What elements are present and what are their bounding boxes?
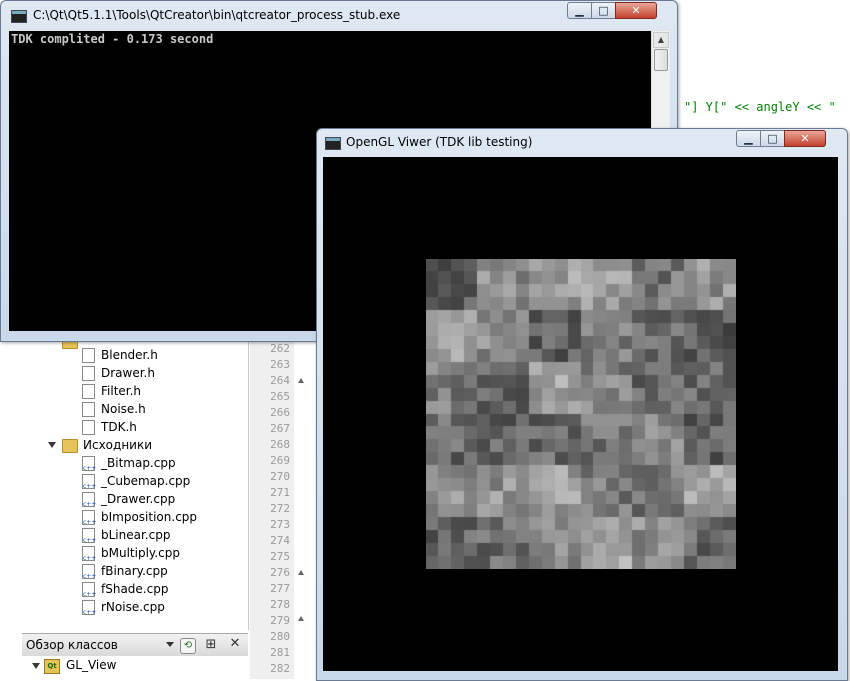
header-file-icon xyxy=(82,384,95,399)
tree-file-label: _Cubemap.cpp xyxy=(101,474,191,488)
line-number: 272 xyxy=(270,502,290,515)
tree-folder-label: Исходники xyxy=(83,438,153,452)
line-number: 278 xyxy=(270,598,290,611)
header-file-icon xyxy=(82,402,95,417)
scroll-up-icon[interactable]: ▲ xyxy=(653,32,669,48)
minimize-button[interactable]: ▁ xyxy=(567,2,592,19)
cpp-file-icon xyxy=(82,456,96,478)
project-icon: Qt xyxy=(44,659,60,674)
minimize-button[interactable]: ▁ xyxy=(736,130,761,147)
tree-file-label: TDK.h xyxy=(101,420,137,434)
opengl-viewport[interactable] xyxy=(323,157,838,671)
expand-arrow-icon[interactable] xyxy=(48,442,56,448)
tree-file-label: bMultiply.cpp xyxy=(101,546,180,560)
cpp-file-icon xyxy=(82,564,96,586)
tree-file-label: rNoise.cpp xyxy=(101,600,165,614)
line-number: 269 xyxy=(270,454,290,467)
line-number: 279 xyxy=(270,614,290,627)
cpp-file-icon xyxy=(82,474,96,496)
close-button[interactable]: ✕ xyxy=(615,2,657,19)
tree-file-label: bImposition.cpp xyxy=(101,510,198,524)
tree-file-label: _Bitmap.cpp xyxy=(101,456,176,470)
line-number: 281 xyxy=(270,646,290,659)
split-icon[interactable]: ⊞ xyxy=(204,638,218,652)
line-number-gutter: 262 263 264 265 266 267 268 269 270 271 272 273 274 2… xyxy=(250,340,294,679)
scrollbar-thumb[interactable] xyxy=(654,49,668,71)
line-number: 282 xyxy=(270,662,290,675)
cpp-file-icon xyxy=(82,528,96,550)
tree-file-label: Noise.h xyxy=(101,402,146,416)
line-number: 277 xyxy=(270,582,290,595)
line-number: 274 xyxy=(270,534,290,547)
folder-icon xyxy=(62,439,78,453)
dropdown-icon[interactable] xyxy=(166,642,174,647)
noise-texture xyxy=(426,259,736,569)
class-view-header: Обзор классов ⟲ ⊞ ✕ xyxy=(22,633,248,657)
cpp-file-icon xyxy=(82,582,96,604)
line-number: 266 xyxy=(270,406,290,419)
code-snippet: "] Y[" << angleY << " xyxy=(684,100,836,114)
class-view-title: Обзор классов xyxy=(26,638,118,652)
opengl-viewer-window[interactable]: OpenGL Viwer (TDK lib testing) ▁ □ ✕ xyxy=(316,128,848,681)
close-button[interactable]: ✕ xyxy=(784,130,826,147)
line-number: 270 xyxy=(270,470,290,483)
tree-file-label: _Drawer.cpp xyxy=(101,492,176,506)
line-number: 264 xyxy=(270,374,290,387)
tree-file-label: Drawer.h xyxy=(101,366,155,380)
expand-arrow-icon[interactable] xyxy=(32,663,40,669)
line-number: 275 xyxy=(270,550,290,563)
line-number: 267 xyxy=(270,422,290,435)
cpp-file-icon xyxy=(82,600,96,622)
line-number: 271 xyxy=(270,486,290,499)
fold-marker xyxy=(298,378,304,383)
line-number: 280 xyxy=(270,630,290,643)
line-number: 262 xyxy=(270,342,290,355)
project-tree[interactable]: Blender.h Drawer.h Filter.h Noise.h TDK.h Исх… xyxy=(22,335,249,630)
line-number: 265 xyxy=(270,390,290,403)
caption-buttons: ▁ □ ✕ xyxy=(567,2,657,19)
maximize-button[interactable]: □ xyxy=(760,130,785,147)
class-view-root-item[interactable]: GL_View xyxy=(66,658,116,672)
tree-file-label: Filter.h xyxy=(101,384,142,398)
console-output-text: TDK complited - 0.173 second xyxy=(11,32,214,46)
line-number: 263 xyxy=(270,358,290,371)
cpp-file-icon xyxy=(82,492,96,514)
gl-app-icon xyxy=(325,137,341,150)
cpp-file-icon xyxy=(82,546,96,568)
tree-file-label: fShade.cpp xyxy=(101,582,169,596)
header-file-icon xyxy=(82,348,95,363)
sync-icon[interactable]: ⟲ xyxy=(180,638,196,654)
caption-buttons: ▁ □ ✕ xyxy=(736,130,826,147)
line-number: 268 xyxy=(270,438,290,451)
tree-file-label: Blender.h xyxy=(101,348,158,362)
console-window-title: C:\Qt\Qt5.1.1\Tools\QtCreator\bin\qtcrea… xyxy=(33,8,401,22)
gl-window-title: OpenGL Viwer (TDK lib testing) xyxy=(346,135,533,149)
fold-marker xyxy=(298,616,304,621)
maximize-button[interactable]: □ xyxy=(591,2,616,19)
tree-file-label: bLinear.cpp xyxy=(101,528,171,542)
line-number: 276 xyxy=(270,566,290,579)
line-number: 273 xyxy=(270,518,290,531)
cpp-file-icon xyxy=(82,510,96,532)
class-view-tree[interactable]: Qt GL_View xyxy=(22,656,248,679)
fold-marker xyxy=(298,570,304,575)
close-icon[interactable]: ✕ xyxy=(228,637,242,651)
header-file-icon xyxy=(82,420,95,435)
header-file-icon xyxy=(82,366,95,381)
tree-file-label: fBinary.cpp xyxy=(101,564,168,578)
console-app-icon xyxy=(11,10,27,23)
